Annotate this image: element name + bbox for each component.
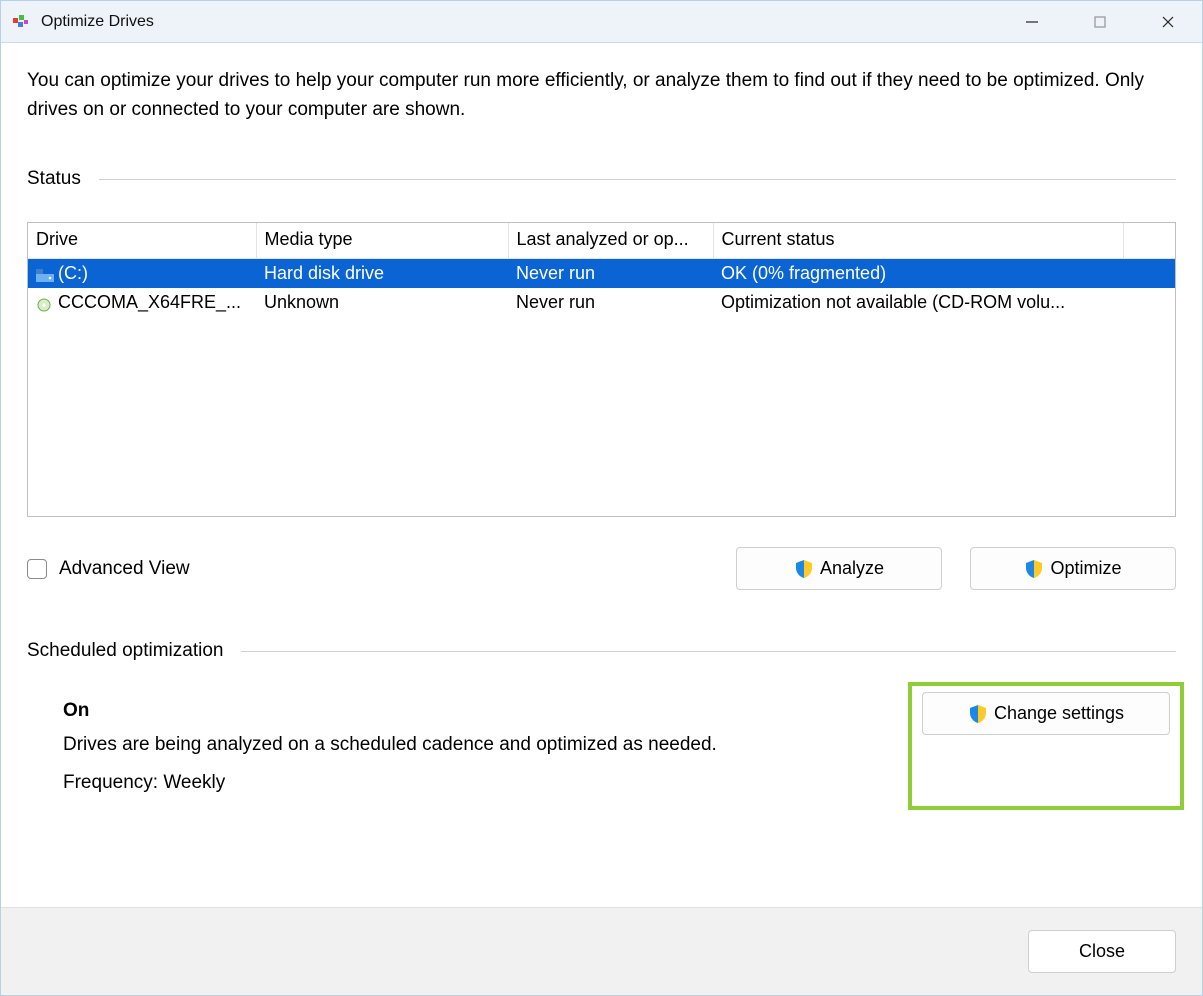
defrag-app-icon [11,12,31,32]
drives-table[interactable]: Drive Media type Last analyzed or op... … [27,222,1176,517]
drive-media: Unknown [256,288,508,317]
footer: Close [1,907,1202,995]
close-window-button[interactable] [1134,1,1202,42]
status-label: Status [27,168,81,190]
drive-last: Never run [508,259,713,289]
close-button[interactable]: Close [1028,930,1176,973]
schedule-text: On Drives are being analyzed on a schedu… [63,700,908,810]
intro-text: You can optimize your drives to help you… [27,67,1176,124]
status-heading: Status [27,168,1176,190]
drive-name: CCCOMA_X64FRE_... [58,292,241,313]
drive-status: Optimization not available (CD-ROM volu.… [713,288,1123,317]
window-controls [998,1,1202,42]
table-row[interactable]: (C:) Hard disk drive Never run OK (0% fr… [28,259,1175,289]
table-row[interactable]: CCCOMA_X64FRE_... Unknown Never run Opti… [28,288,1175,317]
col-header-status[interactable]: Current status [713,223,1123,259]
scheduled-section: Scheduled optimization On Drives are bei… [27,640,1176,810]
hdd-icon [36,267,54,281]
optimize-label: Optimize [1050,558,1121,579]
drive-media: Hard disk drive [256,259,508,289]
actions-row: Advanced View Analyze Optimize [27,547,1176,590]
divider [99,179,1176,180]
optimize-button[interactable]: Optimize [970,547,1176,590]
optimize-drives-window: Optimize Drives You can optimize your dr… [0,0,1203,996]
col-header-drive[interactable]: Drive [28,223,256,259]
drive-last: Never run [508,288,713,317]
scheduled-heading: Scheduled optimization [27,640,1176,662]
advanced-view-checkbox[interactable] [27,559,47,579]
advanced-view-label[interactable]: Advanced View [59,558,190,580]
cd-icon [36,296,54,310]
shield-icon [968,704,988,724]
col-header-filler [1123,223,1175,259]
schedule-frequency: Frequency: Weekly [63,772,908,794]
change-settings-label: Change settings [994,703,1124,724]
maximize-button[interactable] [1066,1,1134,42]
schedule-desc: Drives are being analyzed on a scheduled… [63,734,908,756]
col-header-last[interactable]: Last analyzed or op... [508,223,713,259]
analyze-label: Analyze [820,558,884,579]
analyze-button[interactable]: Analyze [736,547,942,590]
scheduled-label: Scheduled optimization [27,640,223,662]
table-header-row: Drive Media type Last analyzed or op... … [28,223,1175,259]
drive-status: OK (0% fragmented) [713,259,1123,289]
minimize-button[interactable] [998,1,1066,42]
change-settings-highlight: Change settings [908,682,1184,810]
change-settings-button[interactable]: Change settings [922,692,1170,735]
shield-icon [794,559,814,579]
titlebar: Optimize Drives [1,1,1202,43]
divider [241,651,1176,652]
schedule-state: On [63,700,908,722]
shield-icon [1024,559,1044,579]
window-title: Optimize Drives [41,13,998,31]
col-header-media[interactable]: Media type [256,223,508,259]
close-label: Close [1079,941,1125,962]
drive-name: (C:) [58,263,88,284]
content-area: You can optimize your drives to help you… [1,43,1202,907]
